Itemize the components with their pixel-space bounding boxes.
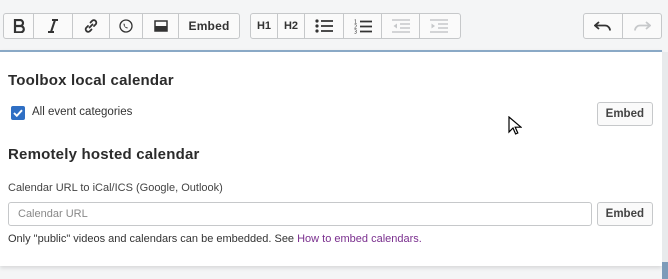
- phone-icon: [119, 19, 133, 33]
- help-text: Only "public" videos and calendars can b…: [8, 233, 298, 245]
- link-button[interactable]: [73, 14, 110, 38]
- indent-button[interactable]: [420, 14, 458, 38]
- image-button[interactable]: [143, 14, 179, 38]
- heading2-button[interactable]: H2: [278, 14, 305, 38]
- calendar-url-input[interactable]: [8, 202, 592, 226]
- structure-group: H1 H2 123: [250, 13, 461, 39]
- history-group: [583, 13, 662, 39]
- bold-button[interactable]: [4, 14, 34, 38]
- embed-calendar-panel: Toolbox local calendar All event categor…: [0, 50, 662, 266]
- embed-local-calendar-button[interactable]: Embed: [596, 102, 653, 126]
- italic-icon: [47, 19, 59, 33]
- embed-toolbar-label: Embed: [188, 19, 230, 33]
- image-icon: [153, 20, 168, 32]
- mouse-cursor-icon: [508, 115, 523, 141]
- formatting-group: Embed: [3, 13, 240, 39]
- embed-remote-calendar-button[interactable]: Embed: [596, 202, 653, 226]
- heading1-label: H1: [256, 20, 272, 32]
- editor-toolbar: Embed H1 H2 123: [0, 0, 668, 50]
- numbered-list-icon: 123: [354, 19, 372, 34]
- scrollbar-thumb[interactable]: [662, 262, 668, 279]
- how-to-embed-link[interactable]: How to embed calendars.: [297, 233, 422, 245]
- bulleted-list-icon: [315, 19, 333, 33]
- outdent-icon: [391, 19, 410, 33]
- svg-text:3: 3: [354, 29, 357, 34]
- phone-button[interactable]: [110, 14, 143, 38]
- calendar-url-label: Calendar URL to iCal/ICS (Google, Outloo…: [8, 182, 223, 194]
- local-calendar-title: Toolbox local calendar: [8, 72, 174, 89]
- all-categories-label: All event categories: [32, 106, 133, 118]
- bulleted-list-button[interactable]: [305, 14, 344, 38]
- link-icon: [83, 18, 99, 34]
- undo-button[interactable]: [584, 14, 623, 38]
- heading2-label: H2: [283, 20, 299, 32]
- outdent-button[interactable]: [382, 14, 420, 38]
- checkmark-icon: [13, 104, 23, 122]
- undo-icon: [594, 20, 612, 32]
- all-categories-checkbox[interactable]: [11, 106, 25, 120]
- indent-icon: [430, 19, 448, 33]
- italic-button[interactable]: [34, 14, 73, 38]
- bold-icon: [13, 19, 25, 33]
- heading1-button[interactable]: H1: [251, 14, 278, 38]
- embed-toolbar-button[interactable]: Embed: [179, 14, 239, 38]
- scrollbar-track[interactable]: [662, 52, 668, 279]
- redo-button[interactable]: [623, 14, 661, 38]
- redo-icon: [633, 20, 651, 32]
- remote-calendar-title: Remotely hosted calendar: [8, 146, 200, 163]
- embed-help-text: Only "public" videos and calendars can b…: [8, 233, 422, 245]
- numbered-list-button[interactable]: 123: [344, 14, 382, 38]
